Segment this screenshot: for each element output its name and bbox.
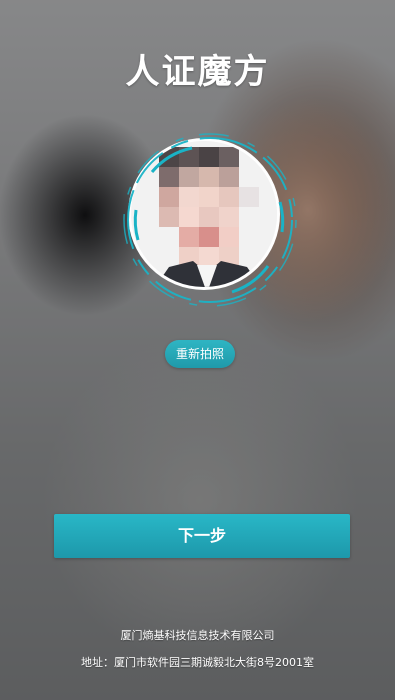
app-logo: 人证魔方	[125, 52, 270, 92]
face-scan-frame	[122, 132, 298, 308]
retake-photo-button[interactable]: 重新拍照	[165, 340, 235, 368]
next-step-button[interactable]: 下一步	[54, 514, 350, 558]
face-capture-screen: 人证魔方 重新拍照 下一步 厦门熵基科技信息技术有限公司 地址：厦门市软件园三期…	[0, 0, 395, 700]
scan-ring-icon	[123, 133, 297, 307]
footer-address: 地址：厦门市软件园三期诚毅北大街8号2001室	[81, 656, 314, 669]
footer-company-name: 厦门熵基科技信息技术有限公司	[120, 629, 275, 642]
